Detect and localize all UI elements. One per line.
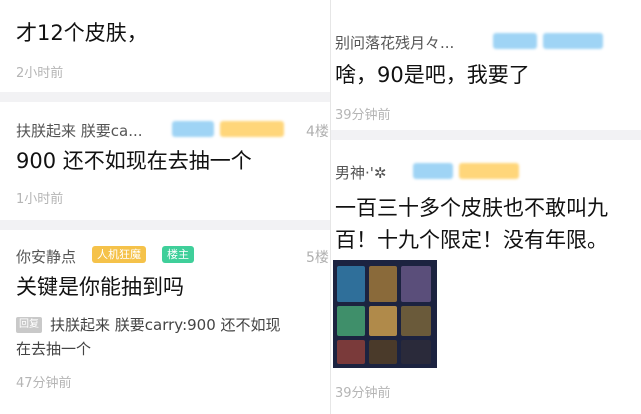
role-tag: 人机狂魔: [92, 246, 146, 263]
comment-text: 一百三十多个皮肤也不敢叫九: [335, 196, 608, 220]
title-badge: [220, 121, 284, 137]
comment-time: 39分钟前: [335, 386, 391, 401]
divider: [0, 92, 330, 102]
divider: [331, 130, 641, 140]
comment-username[interactable]: 你安静点: [16, 246, 76, 267]
quoted-reply-line: 扶朕起来 朕要carry:900 还不如现: [50, 316, 281, 334]
comment-text: 900 还不如现在去抽一个: [16, 149, 252, 173]
left-comment-column: 才12个皮肤， 2小时前 扶朕起来 朕要ca... 4楼 900 还不如现在去抽…: [0, 0, 330, 414]
comment-text: 关键是你能抽到吗: [16, 275, 184, 299]
comment-time: 1小时前: [16, 192, 64, 207]
floor-number: 4楼: [306, 124, 329, 140]
divider: [0, 220, 330, 230]
comment-text: 百！十九个限定！没有年限。: [335, 228, 608, 252]
comment-time: 39分钟前: [335, 108, 391, 123]
title-badge: [459, 163, 519, 179]
comment-username[interactable]: 男神·'✲: [335, 162, 386, 183]
comment-text: 啥，90是吧，我要了: [335, 63, 530, 87]
comment-username[interactable]: 扶朕起来 朕要ca...: [16, 120, 143, 141]
owner-tag: 楼主: [162, 246, 194, 263]
level-badge: [172, 121, 214, 137]
comment-username[interactable]: 别问落花残月々...: [335, 32, 454, 53]
title-badge: [543, 33, 603, 49]
level-badge: [413, 163, 453, 179]
quoted-reply-line: 在去抽一个: [16, 340, 92, 358]
comment-text: 才12个皮肤，: [16, 21, 148, 45]
reply-label: 回复: [16, 317, 42, 333]
floor-number: 5楼: [306, 250, 329, 266]
attached-image[interactable]: [333, 260, 437, 368]
comment-time: 2小时前: [16, 66, 64, 81]
comment-time: 47分钟前: [16, 376, 72, 391]
level-badge: [493, 33, 537, 49]
